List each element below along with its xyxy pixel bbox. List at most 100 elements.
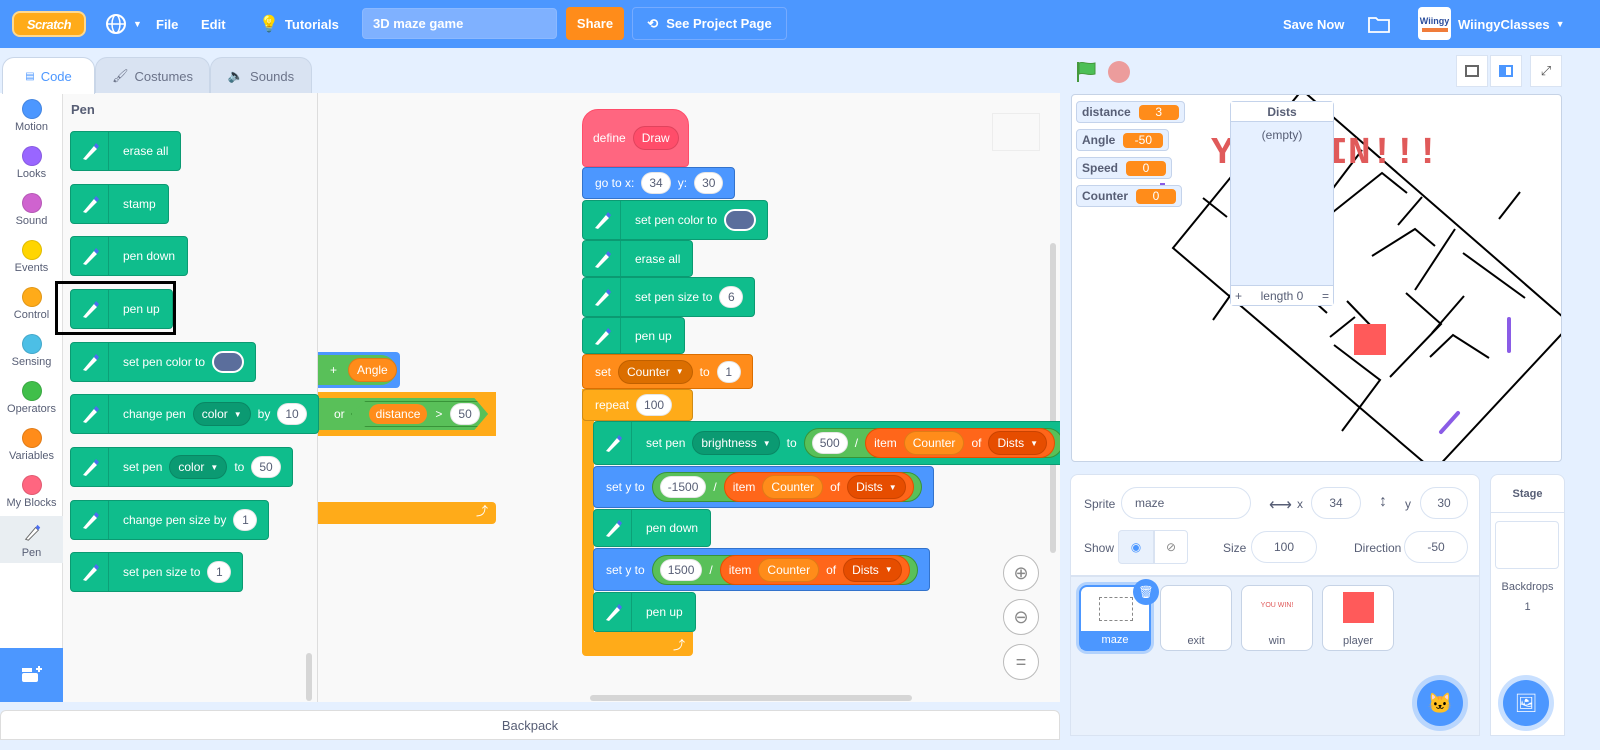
script-block[interactable]: set y to -1500 / item Counter of Dists ▼ [593,466,934,508]
sprite-name-input[interactable]: maze [1121,487,1251,519]
palette-block[interactable]: set pen size to 1 [70,552,244,592]
list-resize-handle[interactable]: = [1322,289,1329,303]
tab-sounds[interactable]: 🔈 Sounds [210,57,312,94]
color-picker[interactable] [724,209,757,231]
number-input[interactable]: 10 [277,403,307,425]
script-block[interactable]: set y to 1500 / item Counter of Dists ▼ [593,548,930,591]
palette-block[interactable]: set pen color to [70,342,257,382]
dropdown[interactable]: Counter [758,557,820,582]
green-flag-button[interactable] [1075,60,1099,87]
variable-monitor[interactable]: Speed 0 [1076,157,1173,179]
project-title-input[interactable]: 3D maze game [362,8,557,39]
dropdown[interactable]: Counter [762,475,824,499]
list-monitor-dists[interactable]: Dists (empty) + length 0 = [1230,101,1334,306]
dropdown[interactable]: color ▼ [169,455,228,479]
avatar[interactable]: Wiingy [1418,7,1451,40]
scratch-logo[interactable]: Scratch [12,11,86,37]
language-menu[interactable]: ▼ [105,0,142,48]
account-menu[interactable]: WiingyClasses ▼ [1458,0,1565,48]
dropdown[interactable]: color ▼ [192,402,251,426]
show-visible-button[interactable]: ◉ [1118,530,1154,564]
reporter-block[interactable]: -1500 / item Counter of Dists ▼ [651,472,922,502]
angle-reporter[interactable]: Angle [348,358,397,382]
variable-monitor[interactable]: Angle -50 [1076,129,1170,151]
delete-sprite-button[interactable]: 🗑 [1133,579,1159,605]
show-hidden-button[interactable]: ⊘ [1154,530,1188,564]
tutorials-button[interactable]: 💡 Tutorials [259,0,339,48]
palette-block[interactable]: change pen size by 1 [70,500,270,540]
file-menu[interactable]: File [156,0,178,48]
number-input[interactable]: 1500 [659,558,703,581]
dropdown[interactable]: Counter ▼ [618,359,693,384]
partial-motion-block[interactable]: + Angle [318,352,400,388]
backpack[interactable]: Backpack [0,710,1060,740]
script-block[interactable]: set pen brightness ▼ to 500 / item Counter of Dis… [593,421,1060,465]
script-block[interactable]: set pen size to 6 [582,277,756,317]
palette-block[interactable]: erase all [70,131,182,171]
number-input[interactable]: 34 [641,172,671,194]
variable-monitor[interactable]: distance 3 [1076,101,1185,123]
fullscreen-button[interactable]: ⤢ [1530,55,1562,87]
x-input[interactable]: 34 [1311,487,1361,519]
number-input[interactable]: 6 [719,286,744,308]
normal-stage-button[interactable] [1490,55,1522,87]
sprite-tile-win[interactable]: YOU WIN! win [1241,585,1313,651]
edit-menu[interactable]: Edit [201,0,226,48]
script-block[interactable]: pen up [593,592,696,632]
script-block[interactable]: set Counter ▼ to 1 [582,354,753,389]
color-picker[interactable] [212,351,245,373]
size-input[interactable]: 100 [1251,531,1317,563]
dropdown[interactable]: Counter [903,431,965,455]
sprite-tile-exit[interactable]: exit [1160,585,1232,651]
dropdown[interactable]: brightness ▼ [692,431,780,455]
dropdown[interactable]: Dists ▼ [988,431,1048,455]
y-input[interactable]: 30 [1420,487,1468,519]
number-input[interactable]: 50 [251,456,281,478]
number-input[interactable]: 1 [233,509,258,531]
distance-reporter[interactable]: distance [368,404,428,424]
reporter-block[interactable]: item Counter of Dists ▼ [719,554,910,585]
reporter-block[interactable]: item Counter of Dists ▼ [723,472,914,502]
variable-monitor[interactable]: Counter 0 [1076,185,1182,207]
palette-block[interactable]: stamp [70,184,169,224]
number-input[interactable]: -1500 [659,476,707,498]
zoom-reset-button[interactable]: = [1003,644,1039,680]
choose-sprite-button[interactable]: 🐱 [1417,680,1463,726]
tab-costumes[interactable]: 🖌 Costumes [95,57,210,94]
script-block[interactable]: define Draw [582,109,689,167]
number-input[interactable]: 500 [811,432,848,454]
number-input[interactable]: 30 [694,172,724,194]
see-project-page-button[interactable]: ⟲ See Project Page [632,7,787,40]
reporter-block[interactable]: item Counter of Dists ▼ [865,428,1056,458]
number-input[interactable]: 100 [636,394,673,416]
palette-block[interactable]: pen down [70,236,189,276]
script-block[interactable]: set pen color to [582,200,769,240]
palette-scrollbar[interactable] [306,653,312,701]
direction-input[interactable]: -50 [1404,531,1468,563]
my-stuff-button[interactable] [1368,0,1390,48]
choose-backdrop-button[interactable]: 🖼 [1503,680,1549,726]
zoom-in-button[interactable]: ⊕ [1003,555,1039,591]
sprite-tile-maze[interactable]: 🗑 maze [1079,579,1159,651]
save-now-button[interactable]: Save Now [1283,0,1344,48]
tab-code[interactable]: ▤ Code [2,57,95,94]
script-block[interactable]: erase all [582,240,694,277]
partial-control-block[interactable]: or distance > 50 [318,392,496,436]
number-input[interactable]: 1 [716,360,741,383]
horizontal-scrollbar[interactable] [590,695,912,701]
share-button[interactable]: Share [566,7,624,40]
script-block[interactable]: pen down [593,509,712,547]
palette-block[interactable]: change pen color ▼ by 10 [70,394,319,434]
script-block[interactable]: pen up [582,317,685,354]
list-add-button[interactable]: + [1235,289,1242,303]
script-block[interactable]: repeat 100 [582,389,693,421]
small-stage-button[interactable] [1456,55,1488,87]
dropdown[interactable]: Dists ▼ [843,557,902,582]
number-input[interactable]: 50 [450,403,480,425]
reporter-block[interactable]: 500 / item Counter of Dists ▼ [803,428,1060,458]
zoom-out-button[interactable]: ⊖ [1003,599,1039,635]
palette-block[interactable]: set pen color ▼ to 50 [70,447,293,487]
dropdown[interactable]: Draw [632,126,679,150]
dropdown[interactable]: Dists ▼ [847,475,906,499]
sprite-tile-player[interactable]: player [1322,585,1394,651]
